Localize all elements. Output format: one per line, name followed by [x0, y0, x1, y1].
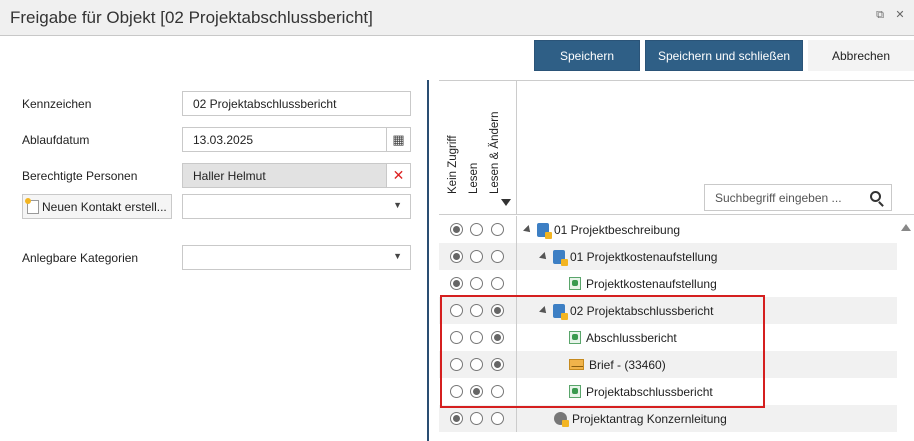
tree-item-label: 02 Projektabschlussbericht: [570, 303, 714, 318]
expand-caret-icon[interactable]: [539, 305, 549, 316]
radio-lesen-aendern[interactable]: [491, 223, 504, 236]
radio-lesen[interactable]: [470, 358, 483, 371]
tree-row[interactable]: 01 Projektkostenaufstellung: [439, 243, 897, 270]
tree-item-label: Projektabschlussbericht: [586, 384, 713, 399]
tree-row[interactable]: Projektantrag Konzernleitung: [439, 405, 897, 432]
document-icon: [569, 385, 581, 398]
tree-row[interactable]: Brief - (33460): [439, 351, 897, 378]
tree-item-label: Abschlussbericht: [586, 330, 677, 345]
radio-lesen[interactable]: [470, 331, 483, 344]
save-and-close-button[interactable]: Speichern und schließen: [645, 40, 803, 71]
cancel-button[interactable]: Abbrechen: [808, 40, 914, 71]
folder-icon: [553, 249, 568, 266]
tree-row[interactable]: Projektkostenaufstellung: [439, 270, 897, 297]
tree-item-label: 01 Projektkostenaufstellung: [570, 249, 718, 264]
tree-row[interactable]: Abschlussbericht: [439, 324, 897, 351]
radio-lesen[interactable]: [470, 385, 483, 398]
radio-kein-zugriff[interactable]: [450, 358, 463, 371]
kennzeichen-label: Kennzeichen: [22, 97, 92, 111]
radio-kein-zugriff[interactable]: [450, 304, 463, 317]
radio-lesen-aendern[interactable]: [491, 412, 504, 425]
save-button[interactable]: Speichern: [534, 40, 640, 71]
new-contact-label: Neuen Kontakt erstell...: [42, 199, 167, 214]
folder-icon: [537, 222, 552, 239]
radio-lesen[interactable]: [470, 412, 483, 425]
person-chip: Haller Helmut: [193, 169, 266, 183]
folder-icon: [553, 303, 568, 320]
mail-icon: [569, 359, 584, 370]
scroll-up-icon[interactable]: [901, 224, 911, 231]
window-title: Freigabe für Objekt [02 Projektabschluss…: [10, 8, 373, 27]
radio-lesen-aendern[interactable]: [491, 277, 504, 290]
new-contact-button[interactable]: Neuen Kontakt erstell...: [22, 194, 172, 219]
radio-lesen[interactable]: [470, 250, 483, 263]
radio-lesen-aendern[interactable]: [491, 358, 504, 371]
tree-header: Suchbegriff eingeben ...: [517, 81, 914, 215]
filter-icon[interactable]: [501, 199, 511, 206]
kennzeichen-input[interactable]: 02 Projektabschlussbericht: [182, 91, 411, 116]
search-placeholder: Suchbegriff eingeben ...: [715, 191, 842, 205]
ablaufdatum-input[interactable]: 13.03.2025 ▦: [182, 127, 411, 152]
document-icon: [569, 277, 581, 290]
radio-lesen-aendern[interactable]: [491, 331, 504, 344]
remove-person-icon[interactable]: ✕: [386, 164, 410, 187]
tree-row[interactable]: 01 Projektbeschreibung: [439, 216, 897, 243]
rights-header: Kein Zugriff Lesen Lesen & Ändern: [439, 81, 517, 215]
restore-icon[interactable]: ⧉: [874, 9, 886, 21]
radio-kein-zugriff[interactable]: [450, 250, 463, 263]
kategorien-label: Anlegbare Kategorien: [22, 251, 139, 265]
radio-lesen[interactable]: [470, 304, 483, 317]
radio-kein-zugriff[interactable]: [450, 412, 463, 425]
tree-item-label: Projektantrag Konzernleitung: [572, 411, 727, 426]
radio-lesen-aendern[interactable]: [491, 385, 504, 398]
tree-item-label: Brief - (33460): [589, 357, 666, 372]
radio-kein-zugriff[interactable]: [450, 223, 463, 236]
radio-kein-zugriff[interactable]: [450, 385, 463, 398]
radio-kein-zugriff[interactable]: [450, 331, 463, 344]
radio-lesen-aendern[interactable]: [491, 304, 504, 317]
chevron-down-icon[interactable]: ▼: [393, 251, 402, 261]
tree-row[interactable]: Projektabschlussbericht: [439, 378, 897, 405]
tree-item-label: 01 Projektbeschreibung: [554, 222, 681, 237]
tree-item-label: Projektkostenaufstellung: [586, 276, 717, 291]
col-lesen-aendern: Lesen & Ändern: [489, 111, 501, 194]
col-kein-zugriff: Kein Zugriff: [447, 135, 459, 194]
search-input[interactable]: Suchbegriff eingeben ...: [704, 184, 892, 211]
document-icon: [569, 331, 581, 344]
ablaufdatum-value: 13.03.2025: [193, 133, 254, 147]
expand-caret-icon[interactable]: [523, 224, 533, 235]
radio-lesen[interactable]: [470, 277, 483, 290]
gear-icon: [554, 412, 569, 427]
chevron-down-icon[interactable]: ▼: [393, 200, 402, 210]
expand-caret-icon[interactable]: [539, 251, 549, 262]
panel-divider[interactable]: [427, 80, 429, 441]
permissions-grid: Kein Zugriff Lesen Lesen & Ändern Suchbe…: [439, 80, 914, 441]
ablaufdatum-label: Ablaufdatum: [22, 133, 90, 147]
radio-kein-zugriff[interactable]: [450, 277, 463, 290]
kennzeichen-value: 02 Projektabschlussbericht: [193, 97, 337, 111]
tree-row[interactable]: 02 Projektabschlussbericht: [439, 297, 897, 324]
radio-lesen[interactable]: [470, 223, 483, 236]
col-lesen: Lesen: [468, 162, 480, 194]
calendar-icon[interactable]: ▦: [386, 128, 410, 151]
contact-select[interactable]: ▼: [182, 194, 411, 219]
search-icon[interactable]: [870, 191, 881, 202]
new-contact-icon: [25, 197, 39, 214]
window-titlebar: Freigabe für Objekt [02 Projektabschluss…: [0, 0, 914, 36]
berechtigte-personen-field[interactable]: Haller Helmut ✕: [182, 163, 411, 188]
kategorien-select[interactable]: ▼: [182, 245, 411, 270]
close-icon[interactable]: ✕: [894, 9, 906, 21]
radio-lesen-aendern[interactable]: [491, 250, 504, 263]
berechtigte-personen-label: Berechtigte Personen: [22, 169, 138, 183]
